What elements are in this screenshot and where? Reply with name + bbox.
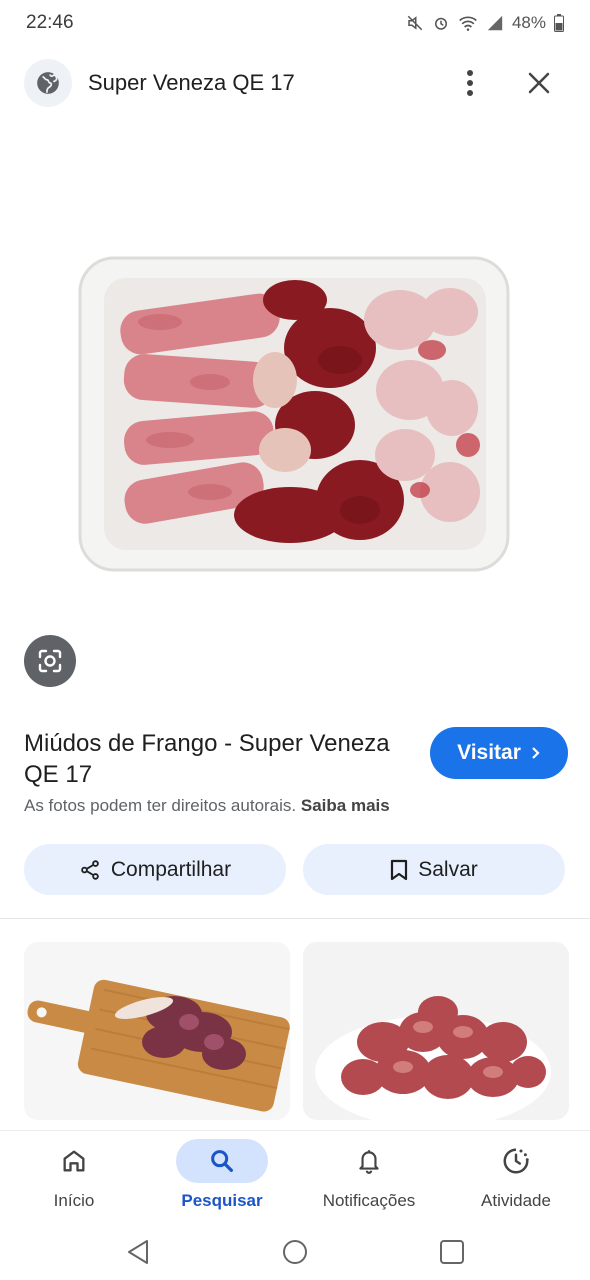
wifi-icon [459, 16, 477, 31]
share-button[interactable]: Compartilhar [24, 844, 286, 895]
more-vert-icon [467, 70, 473, 96]
nav-icon-container [28, 1139, 120, 1183]
bottom-navigation: Início Pesquisar Notificações Atividade [0, 1130, 590, 1222]
nav-home[interactable]: Início [4, 1131, 144, 1223]
learn-more-link[interactable]: Saiba mais [301, 796, 390, 815]
more-options-button[interactable] [455, 63, 485, 103]
top-bar: Super Veneza QE 17 [0, 56, 590, 110]
signal-icon [487, 15, 503, 31]
bell-icon [359, 1150, 379, 1174]
result-title: Miúdos de Frango - Super Veneza QE 17 [24, 730, 390, 788]
copyright-notice: As fotos podem ter direitos autorais. Sa… [24, 796, 390, 816]
save-label: Salvar [418, 857, 478, 881]
site-favicon [24, 59, 72, 107]
nav-icon-container [176, 1139, 268, 1183]
related-image[interactable] [303, 942, 569, 1120]
share-label: Compartilhar [110, 857, 232, 881]
battery-percent: 48% [511, 13, 546, 32]
nav-activity[interactable]: Atividade [446, 1131, 586, 1223]
recents-icon [440, 1240, 464, 1264]
back-icon [128, 1240, 148, 1264]
nav-label: Início [53, 1191, 95, 1210]
related-image[interactable] [24, 942, 290, 1120]
search-icon [211, 1150, 233, 1172]
nav-search[interactable]: Pesquisar [152, 1131, 292, 1223]
copyright-text: As fotos podem ter direitos autorais. [24, 796, 297, 815]
recents-button[interactable] [432, 1232, 472, 1272]
visual-search-button[interactable] [24, 635, 76, 687]
main-image[interactable] [60, 230, 530, 600]
nav-icon-container [470, 1139, 562, 1183]
lens-icon [38, 649, 62, 673]
home-circle-icon [283, 1240, 307, 1264]
status-icons: 48% [406, 13, 564, 33]
divider [0, 918, 590, 919]
chevron-right-icon [532, 747, 540, 759]
status-time: 22:46 [26, 12, 74, 33]
visit-label: Visitar [457, 741, 521, 764]
bookmark-icon [391, 859, 408, 880]
home-button[interactable] [275, 1232, 315, 1272]
nav-label: Pesquisar [181, 1191, 263, 1210]
battery-icon [554, 14, 564, 32]
close-button[interactable] [522, 66, 556, 100]
visit-button[interactable]: Visitar [430, 727, 568, 779]
nav-icon-container [323, 1139, 415, 1183]
globe-icon [37, 72, 59, 94]
mute-icon [407, 15, 423, 31]
nav-label: Atividade [481, 1191, 551, 1210]
system-navigation [0, 1222, 590, 1280]
activity-icon [503, 1148, 529, 1174]
nav-label: Notificações [322, 1191, 416, 1210]
save-button[interactable]: Salvar [303, 844, 565, 895]
alarm-icon [434, 17, 447, 30]
site-title: Super Veneza QE 17 [88, 70, 295, 95]
share-icon [81, 859, 99, 880]
status-bar: 22:46 48% [0, 0, 590, 46]
home-icon [63, 1150, 85, 1172]
nav-notifications[interactable]: Notificações [299, 1131, 439, 1223]
close-icon [528, 72, 550, 94]
back-button[interactable] [118, 1232, 158, 1272]
